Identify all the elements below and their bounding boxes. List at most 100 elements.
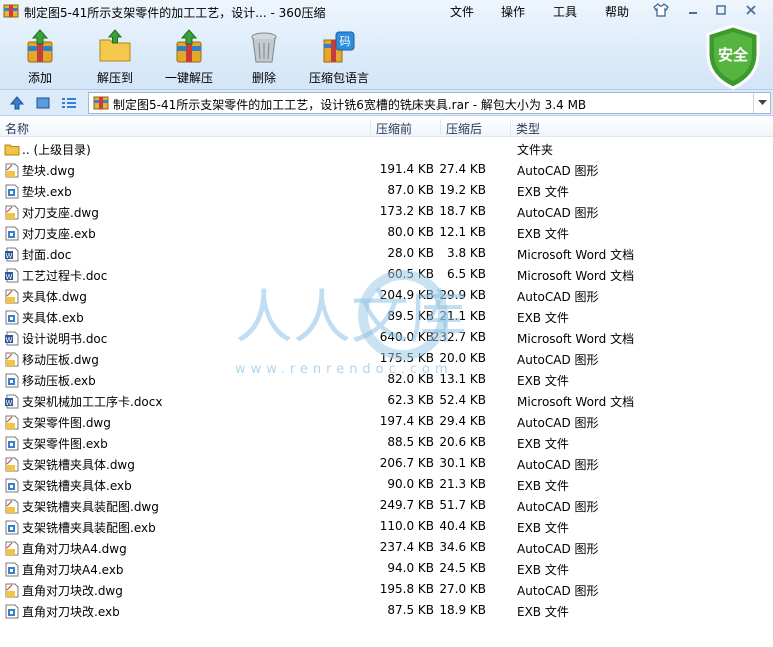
file-type: Microsoft Word 文档 [517, 395, 635, 409]
file-compressed-size: 6.5 KB [447, 267, 486, 281]
file-name: 封面.doc [22, 248, 72, 262]
file-row[interactable]: 直角对刀块改.dwg 195.8 KB 27.0 KB AutoCAD 图形 [0, 579, 773, 600]
file-row[interactable]: 夹具体.exb 89.5 KB 21.1 KB EXB 文件 [0, 306, 773, 327]
menu-tools[interactable]: 工具 [553, 3, 577, 20]
file-name: 对刀支座.exb [22, 227, 96, 241]
file-name: 直角对刀块改.dwg [22, 584, 123, 598]
column-size[interactable]: 压缩前 [376, 120, 412, 137]
svg-text:W: W [6, 273, 13, 281]
file-type: AutoCAD 图形 [517, 416, 599, 430]
file-name: 垫块.dwg [22, 164, 75, 178]
file-list: .. (上级目录) 文件夹 垫块.dwg 191.4 KB 27.4 KB AutoCAD… [0, 138, 773, 621]
file-size: 88.5 KB [387, 435, 434, 449]
one-click-extract-icon [176, 29, 202, 63]
archive-language-button[interactable]: 码 压缩包语言 [304, 28, 374, 86]
skin-shirt-icon[interactable] [652, 2, 670, 18]
file-name: 支架铣槽夹具体.exb [22, 479, 132, 493]
file-row[interactable]: 移动压板.exb 82.0 KB 13.1 KB EXB 文件 [0, 369, 773, 390]
file-type: Microsoft Word 文档 [517, 332, 635, 346]
menu-operation[interactable]: 操作 [501, 3, 525, 20]
file-row[interactable]: 移动压板.dwg 175.5 KB 20.0 KB AutoCAD 图形 [0, 348, 773, 369]
file-row[interactable]: 直角对刀块A4.dwg 237.4 KB 34.6 KB AutoCAD 图形 [0, 537, 773, 558]
menu-help[interactable]: 帮助 [605, 3, 629, 20]
file-type: AutoCAD 图形 [517, 458, 599, 472]
file-name: 支架零件图.exb [22, 437, 108, 451]
file-row[interactable]: 支架铣槽夹具装配图.dwg 249.7 KB 51.7 KB AutoCAD 图形 [0, 495, 773, 516]
file-compressed-size: 3.8 KB [447, 246, 486, 260]
svg-text:码: 码 [340, 35, 351, 48]
title-bar: 制定图5-41所示支架零件的加工工艺，设计... - 360压缩 文件 操作 工… [0, 0, 773, 22]
file-type: AutoCAD 图形 [517, 542, 599, 556]
archive-language-icon: 码 [323, 31, 355, 63]
column-divider[interactable] [370, 119, 371, 135]
extract-to-label: 解压到 [96, 71, 133, 85]
file-row[interactable]: 对刀支座.exb 80.0 KB 12.1 KB EXB 文件 [0, 222, 773, 243]
window-title: 制定图5-41所示支架零件的加工工艺，设计... - 360压缩 [24, 6, 326, 20]
file-row[interactable]: 支架铣槽夹具体.dwg 206.7 KB 30.1 KB AutoCAD 图形 [0, 453, 773, 474]
file-row[interactable]: 对刀支座.dwg 173.2 KB 18.7 KB AutoCAD 图形 [0, 201, 773, 222]
file-name: 垫块.exb [22, 185, 72, 199]
file-type: AutoCAD 图形 [517, 353, 599, 367]
file-compressed-size: 20.0 KB [439, 351, 486, 365]
file-row[interactable]: W 支架机械加工工序卡.docx 62.3 KB 52.4 KB Microsoft W… [0, 390, 773, 411]
security-shield[interactable]: 安全 [704, 24, 762, 90]
menu-file[interactable]: 文件 [450, 3, 474, 20]
file-type: EXB 文件 [517, 437, 569, 451]
file-name: 直角对刀块A4.dwg [22, 542, 127, 556]
file-row[interactable]: 直角对刀块改.exb 87.5 KB 18.9 KB EXB 文件 [0, 600, 773, 621]
file-compressed-size: 29.9 KB [439, 288, 486, 302]
add-button[interactable]: 添加 [5, 28, 75, 86]
file-compressed-size: 27.4 KB [439, 162, 486, 176]
exb-file-icon [5, 226, 19, 241]
column-compressed[interactable]: 压缩后 [446, 120, 482, 137]
file-row[interactable]: W 封面.doc 28.0 KB 3.8 KB Microsoft Word 文档 [0, 243, 773, 264]
extract-folder-icon [99, 29, 131, 62]
file-row[interactable]: 支架铣槽夹具体.exb 90.0 KB 21.3 KB EXB 文件 [0, 474, 773, 495]
file-size: 175.5 KB [379, 351, 434, 365]
dwg-file-icon [5, 499, 19, 514]
column-header: 名称 压缩前 压缩后 类型 [0, 117, 773, 137]
file-row[interactable]: 支架零件图.dwg 197.4 KB 29.4 KB AutoCAD 图形 [0, 411, 773, 432]
file-compressed-size: 13.1 KB [439, 372, 486, 386]
word-file-icon: W [5, 268, 19, 283]
file-type: Microsoft Word 文档 [517, 269, 635, 283]
file-row[interactable]: .. (上级目录) 文件夹 [0, 138, 773, 159]
address-bar[interactable]: 制定图5-41所示支架零件的加工工艺，设计铣6宽槽的铣床夹具.rar - 解包大… [88, 92, 771, 114]
file-row[interactable]: 垫块.exb 87.0 KB 19.2 KB EXB 文件 [0, 180, 773, 201]
dwg-file-icon [5, 352, 19, 367]
file-size: 94.0 KB [387, 561, 434, 575]
file-size: 87.5 KB [387, 603, 434, 617]
file-size: 90.0 KB [387, 477, 434, 491]
column-type[interactable]: 类型 [516, 120, 540, 137]
file-row[interactable]: W 设计说明书.doc 640.0 KB 232.7 KB Microsoft Word… [0, 327, 773, 348]
detail-view-icon[interactable] [61, 95, 77, 111]
column-divider[interactable] [510, 119, 511, 135]
file-size: 87.0 KB [387, 183, 434, 197]
add-label: 添加 [27, 71, 52, 85]
file-row[interactable]: 支架零件图.exb 88.5 KB 20.6 KB EXB 文件 [0, 432, 773, 453]
extract-to-button[interactable]: 解压到 [80, 28, 150, 86]
up-arrow-icon[interactable] [9, 95, 25, 111]
svg-text:W: W [6, 399, 13, 407]
file-row[interactable]: 直角对刀块A4.exb 94.0 KB 24.5 KB EXB 文件 [0, 558, 773, 579]
file-type: Microsoft Word 文档 [517, 248, 635, 262]
exb-file-icon [5, 478, 19, 493]
file-row[interactable]: W 工艺过程卡.doc 60.5 KB 6.5 KB Microsoft Word 文档 [0, 264, 773, 285]
maximize-icon[interactable] [712, 2, 730, 18]
file-type: EXB 文件 [517, 227, 569, 241]
file-compressed-size: 40.4 KB [439, 519, 486, 533]
file-name: 直角对刀块A4.exb [22, 563, 124, 577]
minimize-icon[interactable] [684, 2, 702, 18]
add-archive-icon [27, 29, 53, 63]
chevron-down-icon[interactable] [753, 93, 770, 113]
file-row[interactable]: 垫块.dwg 191.4 KB 27.4 KB AutoCAD 图形 [0, 159, 773, 180]
large-icon-view-icon[interactable] [35, 95, 51, 111]
column-name[interactable]: 名称 [5, 120, 29, 137]
file-row[interactable]: 夹具体.dwg 204.9 KB 29.9 KB AutoCAD 图形 [0, 285, 773, 306]
delete-button[interactable]: 删除 [229, 28, 299, 86]
file-name: .. (上级目录) [22, 143, 91, 157]
one-click-extract-button[interactable]: 一键解压 [154, 28, 224, 86]
close-icon[interactable] [742, 2, 760, 18]
column-divider[interactable] [440, 119, 441, 135]
file-row[interactable]: 支架铣槽夹具装配图.exb 110.0 KB 40.4 KB EXB 文件 [0, 516, 773, 537]
